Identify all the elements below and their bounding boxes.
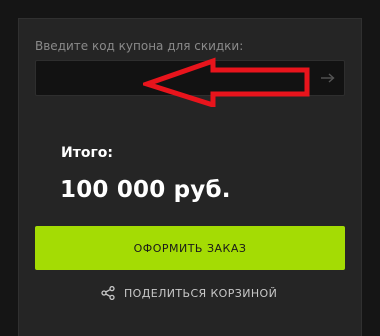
share-cart-link[interactable]: ПОДЕЛИТЬСЯ КОРЗИНОЙ [101,284,277,302]
share-cart-label: ПОДЕЛИТЬСЯ КОРЗИНОЙ [124,286,278,300]
checkout-button[interactable]: ОФОРМИТЬ ЗАКАЗ [35,226,345,270]
cart-summary-panel: Введите код купона для скидки: Итого: 10… [18,18,362,336]
total-label: Итого: [61,145,113,161]
arrow-right-icon [321,73,335,83]
total-value: 100 000 руб. [60,177,231,203]
coupon-input[interactable] [35,60,345,96]
coupon-label: Введите код купона для скидки: [35,39,244,53]
share-icon [101,286,115,300]
coupon-submit-button[interactable] [313,61,343,95]
